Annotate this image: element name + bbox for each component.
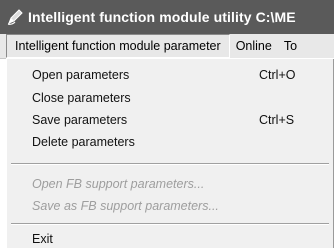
- menu-item-label: Save parameters: [32, 113, 128, 127]
- menu-item-delete-parameters[interactable]: Delete parameters: [7, 131, 327, 153]
- window-title: Intelligent function module utility C:\M…: [28, 9, 296, 25]
- parameter-dropdown-menu: Open parameters Ctrl+O Close parameters …: [6, 58, 334, 248]
- menu-item-label: Exit: [32, 232, 53, 246]
- menu-item-exit[interactable]: Exit: [7, 228, 327, 248]
- menu-separator: [11, 163, 329, 165]
- app-pencil-icon: [7, 9, 23, 25]
- menu-item-open-parameters[interactable]: Open parameters Ctrl+O: [7, 64, 327, 86]
- menu-item-close-parameters[interactable]: Close parameters: [7, 87, 327, 109]
- menu-item-save-as-fb-support-parameters[interactable]: Save as FB support parameters...: [7, 195, 327, 217]
- menu-item-shortcut: Ctrl+S: [259, 113, 295, 127]
- menu-item-save-parameters[interactable]: Save parameters Ctrl+S: [7, 109, 327, 131]
- title-bar[interactable]: Intelligent function module utility C:\M…: [0, 0, 334, 34]
- app-window: Intelligent function module utility C:\M…: [0, 0, 334, 248]
- menu-online[interactable]: Online: [230, 34, 278, 58]
- menu-item-label: Open FB support parameters...: [32, 177, 205, 191]
- menu-item-label: Delete parameters: [32, 135, 135, 149]
- menu-item-shortcut: Ctrl+O: [259, 68, 296, 82]
- menu-separator: [11, 223, 329, 225]
- menu-intelligent-function-module-parameter[interactable]: Intelligent function module parameter: [6, 34, 230, 58]
- menu-bar: Intelligent function module parameter On…: [0, 34, 334, 59]
- menu-tools[interactable]: To: [278, 34, 303, 58]
- menu-item-open-fb-support-parameters[interactable]: Open FB support parameters...: [7, 173, 327, 195]
- menu-item-label: Close parameters: [32, 91, 131, 105]
- menu-item-label: Open parameters: [32, 68, 130, 82]
- menu-item-label: Save as FB support parameters...: [32, 199, 219, 213]
